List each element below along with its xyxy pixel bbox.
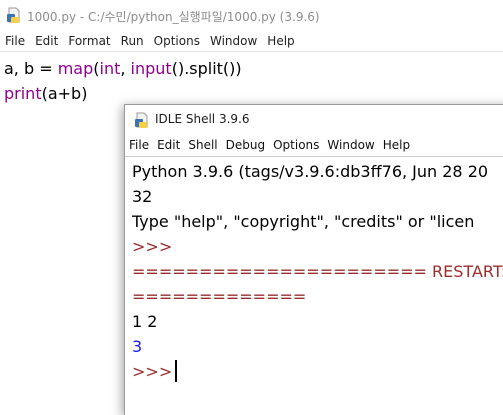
shell-prompt: >>>	[132, 362, 173, 381]
menu-window[interactable]: Window	[210, 34, 257, 48]
idle-shell-icon	[135, 112, 148, 128]
editor-title: 1000.py - C:/수민/python_실행파일/1000.py (3.9…	[27, 10, 320, 24]
shell-menu-debug[interactable]: Debug	[226, 138, 265, 152]
code-text: ,	[120, 59, 131, 78]
menu-help[interactable]: Help	[267, 34, 294, 48]
shell-titlebar[interactable]: IDLE Shell 3.9.6	[125, 105, 503, 133]
shell-window: IDLE Shell 3.9.6 File Edit Shell Debug O…	[124, 104, 503, 415]
menu-file[interactable]: File	[5, 34, 25, 48]
idle-python-file-icon	[7, 7, 20, 23]
shell-title: IDLE Shell 3.9.6	[155, 112, 250, 126]
builtin-map: map	[57, 59, 94, 78]
menu-format[interactable]: Format	[68, 34, 110, 48]
shell-restart-line: =============	[132, 287, 307, 306]
shell-menu-shell[interactable]: Shell	[188, 138, 217, 152]
builtin-print: print	[4, 84, 42, 103]
code-text: ().split())	[171, 59, 242, 78]
shell-menu-edit[interactable]: Edit	[157, 138, 180, 152]
shell-user-input: 1 2	[132, 312, 158, 331]
menu-options[interactable]: Options	[154, 34, 200, 48]
code-line-1: a, b = map(int, input().split())	[4, 56, 503, 81]
code-text: (a+b)	[41, 84, 88, 103]
shell-active-prompt-line[interactable]: >>>	[132, 359, 503, 384]
shell-program-output: 3	[132, 337, 143, 356]
shell-menubar: File Edit Shell Debug Options Window Hel…	[125, 134, 503, 157]
code-line-2: print(a+b)	[4, 81, 503, 106]
text-cursor	[175, 360, 178, 382]
editor-titlebar[interactable]: 1000.py - C:/수민/python_실행파일/1000.py (3.9…	[0, 0, 503, 31]
builtin-int: int	[99, 59, 121, 78]
shell-banner-line: 32	[132, 187, 153, 206]
menu-run[interactable]: Run	[121, 34, 144, 48]
builtin-input: input	[130, 59, 172, 78]
shell-banner-line: Type "help", "copyright", "credits" or "…	[132, 212, 475, 231]
menu-edit[interactable]: Edit	[35, 34, 58, 48]
code-text: a, b =	[4, 59, 58, 78]
editor-menubar: File Edit Format Run Options Window Help	[0, 31, 503, 52]
shell-menu-help[interactable]: Help	[383, 138, 410, 152]
shell-output-area[interactable]: Python 3.9.6 (tags/v3.9.6:db3ff76, Jun 2…	[132, 159, 503, 384]
shell-prompt: >>>	[132, 237, 173, 256]
shell-banner-line: Python 3.9.6 (tags/v3.9.6:db3ff76, Jun 2…	[132, 162, 489, 181]
shell-restart-line: ====================== RESTART:	[132, 262, 503, 281]
shell-menu-window[interactable]: Window	[327, 138, 374, 152]
shell-menu-options[interactable]: Options	[273, 138, 319, 152]
shell-menu-file[interactable]: File	[129, 138, 149, 152]
